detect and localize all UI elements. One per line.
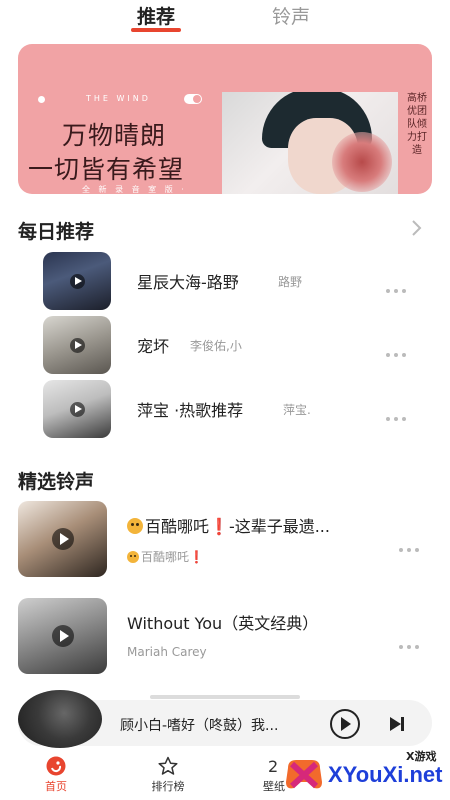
list-item[interactable]: 宠坏 李俊佑,小: [0, 316, 450, 376]
ringtone-artist: Mariah Carey: [127, 645, 207, 659]
banner-english-text: THE WIND: [86, 94, 151, 103]
photo-flower: [332, 132, 392, 192]
ringtone-title: Without You（英文经典）: [127, 614, 319, 633]
list-item[interactable]: Without You（英文经典） Mariah Carey: [0, 598, 450, 674]
play-icon[interactable]: [52, 625, 74, 647]
exclamation-icon: ❗: [209, 517, 229, 536]
song-title: 星辰大海-路野: [137, 273, 239, 292]
gamepad-logo-icon: [286, 760, 322, 789]
song-artist: 路野: [278, 275, 303, 289]
next-track-icon[interactable]: [388, 715, 406, 733]
banner-headline-line1: 万物晴朗: [62, 121, 167, 150]
song-artist: 萍宝.: [283, 403, 311, 417]
daily-section-title: 每日推荐: [18, 221, 95, 243]
play-icon[interactable]: [70, 274, 85, 289]
nav-charts-label: 排行榜: [151, 780, 185, 793]
watermark-small: X游戏: [406, 750, 437, 763]
more-options-icon[interactable]: [399, 537, 427, 552]
nav-home-label: 首页: [45, 780, 67, 793]
more-options-icon[interactable]: [386, 342, 414, 357]
exclamation-icon: ❗: [189, 550, 204, 564]
song-cover: [43, 316, 111, 374]
banner-toggle-graphic: [184, 94, 202, 104]
song-cover: [43, 380, 111, 438]
ringtone-cover: [18, 501, 107, 577]
top-tab-bar: 推荐 铃声: [0, 0, 450, 40]
play-icon[interactable]: [52, 528, 74, 550]
star-icon: [158, 756, 178, 775]
player-track-title: 顾小白-嗜好（咚鼓）我...: [120, 718, 279, 734]
banner-headline-line2: 一切皆有希望: [28, 155, 185, 184]
nav-charts[interactable]: 排行榜: [128, 750, 208, 800]
more-options-icon[interactable]: [386, 278, 414, 293]
more-options-icon[interactable]: [386, 406, 414, 421]
ringtone-artist-text: 百酷哪吒: [141, 550, 190, 564]
song-cover: [43, 252, 111, 310]
play-button-icon[interactable]: [330, 709, 360, 739]
scroll-indicator: [150, 695, 300, 699]
play-icon[interactable]: [70, 338, 85, 353]
tab-ringtone[interactable]: 铃声: [272, 2, 310, 29]
list-item[interactable]: 百酷哪吒❗-这辈子最遗... 百酷哪吒❗: [0, 501, 450, 577]
featured-section-title: 精选铃声: [18, 471, 95, 493]
ringtone-title-suffix: -这辈子最遗...: [228, 517, 330, 536]
ringtone-cover: [18, 598, 107, 674]
watermark-logo: XYouXi.net X游戏: [280, 748, 450, 800]
ringtone-title: 百酷哪吒❗-这辈子最遗...: [127, 513, 330, 537]
more-options-icon[interactable]: [399, 634, 427, 649]
ringtone-title-text: 百酷哪吒: [145, 517, 210, 536]
play-icon[interactable]: [70, 402, 85, 417]
chevron-right-icon[interactable]: [408, 219, 424, 237]
active-tab-indicator: [131, 28, 181, 32]
banner-subtitle: 全 新 录 音 室 版 ·: [82, 185, 187, 194]
tiger-emoji-icon: [127, 518, 143, 534]
player-album-art[interactable]: [18, 690, 102, 748]
list-item[interactable]: 萍宝 ·热歌推荐 萍宝.: [0, 380, 450, 440]
song-title: 萍宝 ·热歌推荐: [137, 401, 244, 420]
home-disc-icon: [46, 756, 66, 776]
banner-side-text: 高桥优团队倾力打造: [407, 93, 427, 156]
promo-banner[interactable]: THE WIND 万物晴朗 一切皆有希望 全 新 录 音 室 版 · 高桥优团队…: [18, 44, 432, 194]
svg-text:2: 2: [268, 757, 278, 776]
list-item[interactable]: 星辰大海-路野 路野: [0, 252, 450, 312]
banner-artist-photo: [222, 92, 398, 194]
tiger-emoji-icon: [127, 551, 139, 563]
song-title: 宠坏: [137, 337, 170, 356]
watermark-brand: XYouXi.net: [328, 762, 443, 787]
banner-dot: [38, 96, 45, 103]
ringtone-artist: 百酷哪吒❗: [127, 548, 204, 565]
tab-recommend[interactable]: 推荐: [137, 2, 175, 29]
nav-home[interactable]: 首页: [16, 750, 96, 800]
song-artist: 李俊佑,小: [190, 339, 242, 353]
